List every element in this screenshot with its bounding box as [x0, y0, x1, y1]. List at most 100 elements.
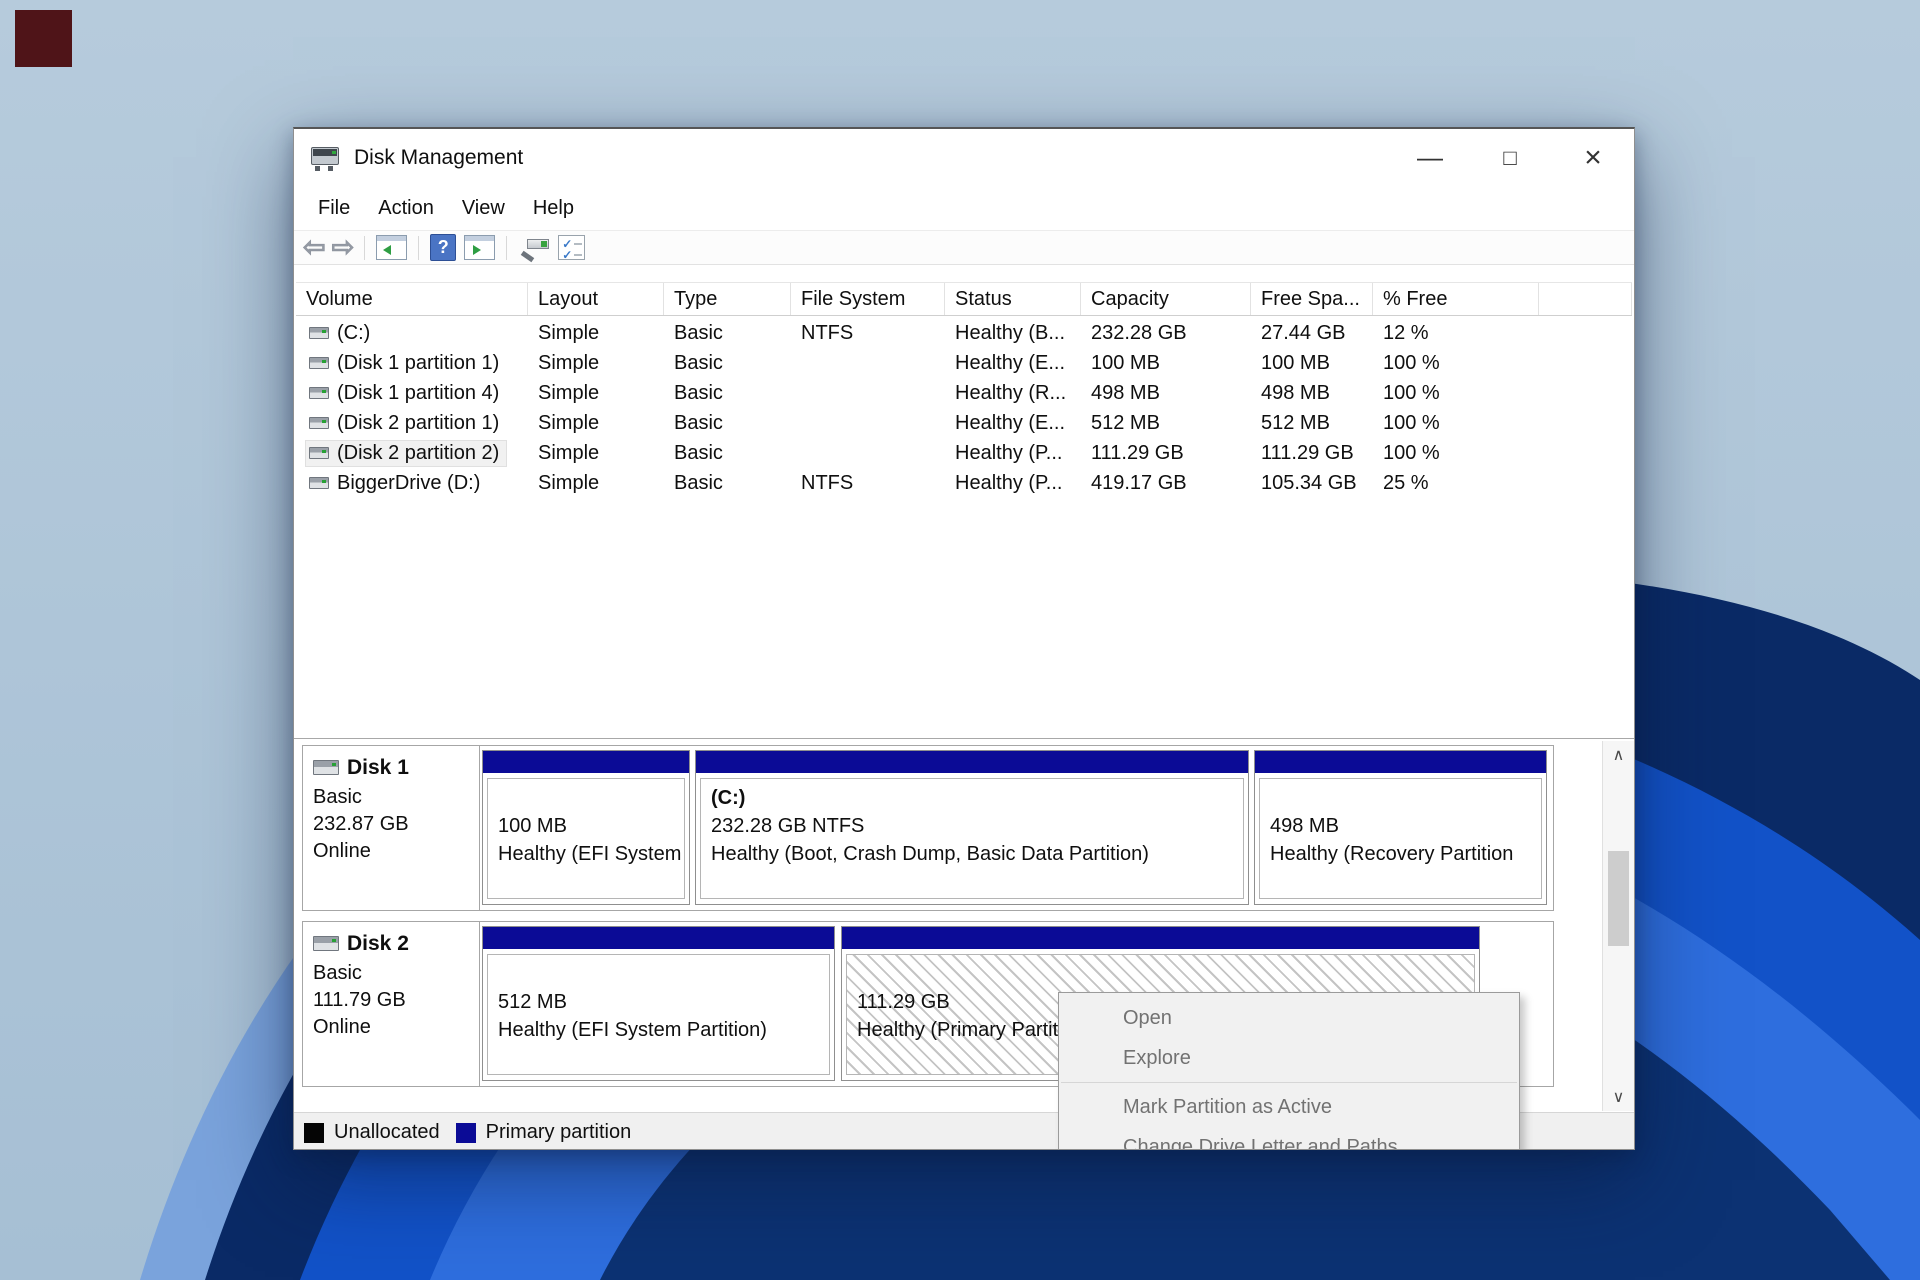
console-tree-icon[interactable] [376, 235, 407, 260]
maximize-button[interactable]: □ [1477, 130, 1543, 185]
cell-layout: Simple [528, 438, 664, 468]
back-icon[interactable]: ⇦ [303, 234, 326, 261]
volume-name: (Disk 2 partition 2) [337, 442, 499, 465]
table-row[interactable]: (Disk 1 partition 1) Simple Basic Health… [296, 348, 1632, 378]
close-button[interactable]: × [1560, 130, 1626, 185]
menu-action[interactable]: Action [364, 197, 448, 220]
column-header-volume[interactable]: Volume [296, 283, 528, 315]
action-pane-icon[interactable] [464, 235, 495, 260]
toolbar-separator [506, 236, 507, 260]
checklist-icon[interactable] [558, 235, 585, 260]
disk1-partition3-recovery[interactable]: 498 MB Healthy (Recovery Partition [1254, 750, 1547, 905]
help-icon[interactable] [430, 234, 456, 261]
disk1-partition1[interactable]: 100 MB Healthy (EFI System [482, 750, 690, 905]
column-header-status[interactable]: Status [945, 283, 1081, 315]
cell-pct-free: 100 % [1373, 438, 1539, 468]
legend-primary-swatch [456, 1123, 476, 1143]
partition-status: Healthy (Boot, Crash Dump, Basic Data Pa… [711, 840, 1243, 868]
column-header-layout[interactable]: Layout [528, 283, 664, 315]
cell-type: Basic [664, 348, 791, 378]
partition-size: 232.28 GB NTFS [711, 812, 1243, 840]
cell-layout: Simple [528, 348, 664, 378]
partition-status: Healthy (Recovery Partition [1270, 840, 1541, 868]
menu-help[interactable]: Help [519, 197, 588, 220]
partition-size: 100 MB [498, 812, 684, 840]
cell-type: Basic [664, 468, 791, 498]
disk-size: 111.79 GB [313, 987, 479, 1014]
disk-icon [313, 936, 339, 951]
disk-name: Disk 2 [347, 930, 409, 957]
volume-icon [309, 447, 329, 459]
partition-size: 498 MB [1270, 812, 1541, 840]
cell-free-space: 100 MB [1251, 348, 1373, 378]
column-header-capacity[interactable]: Capacity [1081, 283, 1251, 315]
table-row[interactable]: (Disk 1 partition 4) Simple Basic Health… [296, 378, 1632, 408]
volume-icon [309, 417, 329, 429]
column-header-free-space[interactable]: Free Spa... [1251, 283, 1373, 315]
cell-status: Healthy (E... [945, 348, 1081, 378]
cell-capacity: 232.28 GB [1081, 318, 1251, 348]
legend-primary-label: Primary partition [486, 1121, 632, 1144]
scroll-down-icon[interactable]: ∨ [1603, 1085, 1634, 1109]
volume-icon [309, 357, 329, 369]
cell-layout: Simple [528, 408, 664, 438]
column-header-type[interactable]: Type [664, 283, 791, 315]
context-menu-item-change-drive-letter[interactable]: Change Drive Letter and Paths... [1059, 1127, 1519, 1150]
legend-unallocated-swatch [304, 1123, 324, 1143]
partition-color-bar [842, 927, 1479, 949]
cell-capacity: 498 MB [1081, 378, 1251, 408]
table-row-selected[interactable]: (Disk 2 partition 2) Simple Basic Health… [296, 438, 1632, 468]
disk-icon [313, 760, 339, 775]
cell-capacity: 100 MB [1081, 348, 1251, 378]
vertical-scrollbar[interactable]: ∧ ∨ [1602, 741, 1634, 1111]
table-row[interactable]: (Disk 2 partition 1) Simple Basic Health… [296, 408, 1632, 438]
menu-file[interactable]: File [304, 197, 364, 220]
cell-status: Healthy (R... [945, 378, 1081, 408]
scroll-up-icon[interactable]: ∧ [1603, 743, 1634, 767]
disk-management-app-icon [311, 145, 341, 171]
column-header-pct-free[interactable]: % Free [1373, 283, 1539, 315]
disk-state: Online [313, 1014, 479, 1041]
disk1-label-panel[interactable]: Disk 1 Basic 232.87 GB Online [303, 746, 480, 910]
minimize-button[interactable]: — [1397, 130, 1463, 185]
toolbar: ⇦ ⇨ [294, 231, 1634, 265]
partition-title [498, 960, 829, 988]
context-menu: Open Explore Mark Partition as Active Ch… [1058, 992, 1520, 1150]
partition-color-bar [483, 927, 834, 949]
cell-file-system [791, 438, 945, 468]
cell-status: Healthy (E... [945, 408, 1081, 438]
legend-unallocated-label: Unallocated [334, 1121, 440, 1144]
table-row[interactable]: (C:) Simple Basic NTFS Healthy (B... 232… [296, 318, 1632, 348]
toolbar-separator [418, 236, 419, 260]
volume-name: BiggerDrive (D:) [337, 472, 480, 495]
menu-view[interactable]: View [448, 197, 519, 220]
cell-capacity: 111.29 GB [1081, 438, 1251, 468]
partition-title [857, 960, 1474, 988]
partition-title [498, 784, 684, 812]
forward-icon[interactable]: ⇨ [332, 234, 355, 261]
cell-free-space: 105.34 GB [1251, 468, 1373, 498]
partition-status: Healthy (EFI System Partition) [498, 1016, 829, 1044]
disk-scan-icon[interactable] [518, 235, 550, 261]
cell-type: Basic [664, 318, 791, 348]
disk2-label-panel[interactable]: Disk 2 Basic 111.79 GB Online [303, 922, 480, 1086]
volume-list-pane: Volume Layout Type File System Status Ca… [294, 265, 1634, 737]
disk-kind: Basic [313, 784, 479, 811]
cell-free-space: 27.44 GB [1251, 318, 1373, 348]
volume-icon [309, 387, 329, 399]
cell-type: Basic [664, 408, 791, 438]
context-menu-item-open[interactable]: Open [1059, 998, 1519, 1038]
disk-kind: Basic [313, 960, 479, 987]
context-menu-item-mark-partition-active[interactable]: Mark Partition as Active [1059, 1087, 1519, 1127]
cell-pct-free: 12 % [1373, 318, 1539, 348]
toolbar-separator [364, 236, 365, 260]
context-menu-item-explore[interactable]: Explore [1059, 1038, 1519, 1078]
cell-file-system: NTFS [791, 318, 945, 348]
scrollbar-thumb[interactable] [1608, 851, 1629, 946]
table-row[interactable]: BiggerDrive (D:) Simple Basic NTFS Healt… [296, 468, 1632, 498]
column-header-file-system[interactable]: File System [791, 283, 945, 315]
disk2-partition1-efi[interactable]: 512 MB Healthy (EFI System Partition) [482, 926, 835, 1081]
disk1-partition2-c-drive[interactable]: (C:) 232.28 GB NTFS Healthy (Boot, Crash… [695, 750, 1249, 905]
column-header-filler [1539, 283, 1632, 315]
cell-status: Healthy (P... [945, 468, 1081, 498]
